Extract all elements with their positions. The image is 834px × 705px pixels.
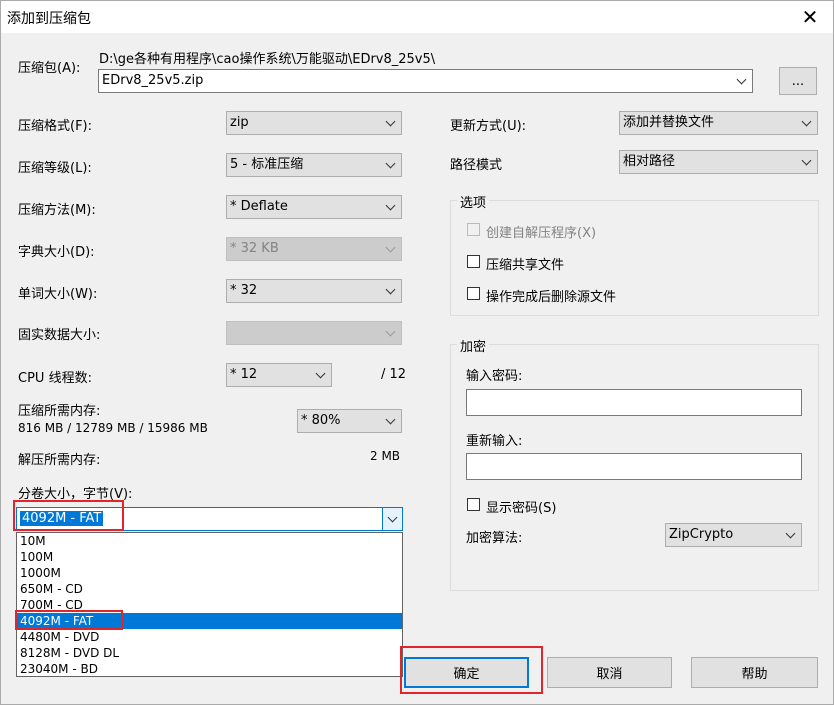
update-value: 添加并替换文件: [623, 115, 715, 130]
close-icon[interactable]: ✕: [787, 1, 833, 33]
shared-checkbox[interactable]: [467, 255, 480, 268]
split-option-4480m-dvd[interactable]: 4480M - DVD: [17, 629, 402, 645]
archive-label: 压缩包(A):: [18, 61, 81, 76]
password-input[interactable]: [466, 389, 802, 416]
split-dropdown-list: 10M 100M 1000M 650M - CD 700M - CD 4092M…: [16, 532, 403, 677]
cpu-total: / 12: [381, 367, 407, 382]
archive-path: D:\ge各种有用程序\cao操作系统\万能驱动\EDrv8_25v5\: [99, 52, 436, 67]
mem-percent-value: * 80%: [301, 413, 341, 428]
update-combo[interactable]: 添加并替换文件: [619, 111, 818, 135]
split-option-1000m[interactable]: 1000M: [17, 565, 402, 581]
format-label: 压缩格式(F):: [18, 119, 93, 134]
archive-filename-combo[interactable]: EDrv8_25v5.zip: [98, 69, 753, 93]
level-combo[interactable]: 5 - 标准压缩: [226, 153, 402, 177]
delete-checkbox[interactable]: [467, 287, 480, 300]
chevron-down-icon: [783, 524, 797, 546]
cancel-button[interactable]: 取消: [547, 657, 672, 688]
options-title: 选项: [457, 192, 490, 211]
chevron-down-icon: [313, 364, 327, 386]
solid-combo: [226, 321, 402, 345]
format-value: zip: [230, 115, 249, 130]
chevron-down-icon: [799, 112, 813, 134]
add-to-archive-dialog: 添加到压缩包 ✕ 压缩包(A): D:\ge各种有用程序\cao操作系统\万能驱…: [0, 0, 834, 705]
method-label: 压缩方法(M):: [18, 203, 96, 218]
dict-combo: * 32 KB: [226, 237, 402, 261]
method-combo[interactable]: * Deflate: [226, 195, 402, 219]
chevron-down-icon: [383, 280, 397, 302]
cpu-value: * 12: [230, 367, 258, 382]
reenter-password-input[interactable]: [466, 453, 802, 480]
chevron-down-icon[interactable]: [382, 508, 402, 530]
help-button[interactable]: 帮助: [691, 657, 818, 688]
chevron-down-icon: [383, 154, 397, 176]
highlight-ok-button: [400, 646, 543, 694]
word-combo[interactable]: * 32: [226, 279, 402, 303]
reenter-label: 重新输入:: [466, 434, 523, 449]
mem-percent-combo[interactable]: * 80%: [297, 409, 402, 433]
cpu-combo[interactable]: * 12: [226, 363, 332, 387]
dict-value: * 32 KB: [230, 241, 279, 256]
chevron-down-icon: [383, 322, 397, 344]
chevron-down-icon: [383, 238, 397, 260]
split-option-10m[interactable]: 10M: [17, 533, 402, 549]
pathmode-combo[interactable]: 相对路径: [619, 150, 818, 174]
split-option-100m[interactable]: 100M: [17, 549, 402, 565]
mem-label: 压缩所需内存:: [18, 404, 101, 419]
chevron-down-icon[interactable]: [734, 70, 748, 92]
dict-label: 字典大小(D):: [18, 245, 95, 260]
decomp-label: 解压所需内存:: [18, 453, 101, 468]
chevron-down-icon: [383, 410, 397, 432]
password-label: 输入密码:: [466, 369, 523, 384]
algo-label: 加密算法:: [466, 531, 523, 546]
delete-label[interactable]: 操作完成后删除源文件: [486, 286, 616, 305]
level-label: 压缩等级(L):: [18, 161, 92, 176]
archive-filename-value: EDrv8_25v5.zip: [102, 73, 204, 88]
sfx-label: 创建自解压程序(X): [486, 226, 597, 241]
format-combo[interactable]: zip: [226, 111, 402, 135]
decomp-value: 2 MB: [370, 449, 401, 463]
highlight-selected-option: [15, 610, 123, 630]
window-title: 添加到压缩包: [7, 11, 91, 27]
split-option-8128m-dvd-dl[interactable]: 8128M - DVD DL: [17, 645, 402, 661]
algo-combo[interactable]: ZipCrypto: [665, 523, 802, 547]
algo-value: ZipCrypto: [669, 527, 734, 542]
chevron-down-icon: [383, 196, 397, 218]
split-option-650m-cd[interactable]: 650M - CD: [17, 581, 402, 597]
chevron-down-icon: [799, 151, 813, 173]
title-bar: 添加到压缩包 ✕: [1, 1, 833, 33]
show-password-label[interactable]: 显示密码(S): [486, 497, 556, 516]
update-label: 更新方式(U):: [450, 119, 527, 134]
shared-label[interactable]: 压缩共享文件: [486, 254, 564, 273]
mem-value: 816 MB / 12789 MB / 15986 MB: [18, 421, 208, 435]
split-option-23040m-bd[interactable]: 23040M - BD: [17, 661, 402, 677]
browse-button[interactable]: ...: [779, 67, 817, 95]
encryption-title: 加密: [457, 336, 490, 355]
solid-label: 固实数据大小:: [18, 328, 101, 343]
word-value: * 32: [230, 283, 258, 298]
level-value: 5 - 标准压缩: [230, 157, 304, 172]
word-label: 单词大小(W):: [18, 287, 98, 302]
method-value: * Deflate: [230, 199, 288, 214]
pathmode-label: 路径模式: [450, 158, 503, 173]
chevron-down-icon: [383, 112, 397, 134]
highlight-split-value: [13, 500, 124, 531]
cpu-label: CPU 线程数:: [18, 371, 92, 386]
sfx-checkbox: [467, 223, 480, 236]
show-password-checkbox[interactable]: [467, 498, 480, 511]
pathmode-value: 相对路径: [623, 154, 676, 169]
